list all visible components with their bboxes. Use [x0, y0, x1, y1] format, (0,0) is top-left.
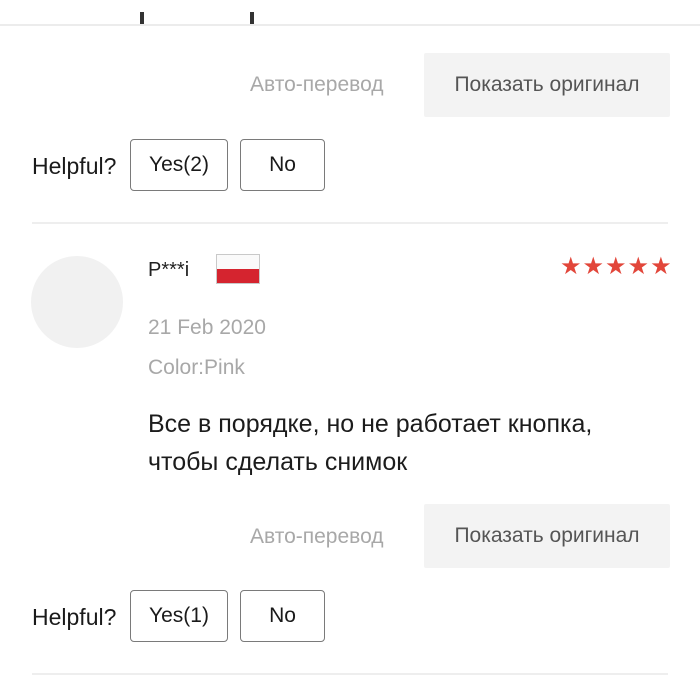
star-rating: ★★★★★	[560, 253, 673, 280]
show-original-button[interactable]: Показать оригинал	[424, 504, 670, 568]
helpful-label: Helpful?	[32, 604, 117, 630]
auto-translate-link[interactable]: Авто-перевод	[250, 525, 384, 549]
avatar	[31, 256, 123, 348]
review-date: 21 Feb 2020	[148, 316, 266, 339]
review-divider	[32, 673, 668, 675]
auto-translate-link[interactable]: Авто-перевод	[250, 73, 384, 97]
review-text-line: Все в порядке, но не работает кнопка,	[148, 410, 593, 438]
clipped-text-fragment	[250, 12, 254, 24]
review-text: Все в порядке, но не работает кнопка, чт…	[148, 405, 668, 481]
clipped-text-fragment	[140, 12, 144, 24]
helpful-yes-button[interactable]: Yes(1)	[130, 590, 228, 642]
helpful-no-button[interactable]: No	[240, 590, 325, 642]
review-text-line: чтобы сделать снимок	[148, 448, 408, 476]
product-color-attribute: Color:Pink	[148, 356, 245, 379]
reviewer-name: P***i	[148, 259, 190, 281]
review-divider	[32, 222, 668, 224]
helpful-yes-button[interactable]: Yes(2)	[130, 139, 228, 191]
previous-review-tail	[0, 0, 700, 26]
helpful-no-button[interactable]: No	[240, 139, 325, 191]
helpful-label: Helpful?	[32, 153, 117, 179]
show-original-button[interactable]: Показать оригинал	[424, 53, 670, 117]
poland-flag-icon	[216, 254, 260, 284]
